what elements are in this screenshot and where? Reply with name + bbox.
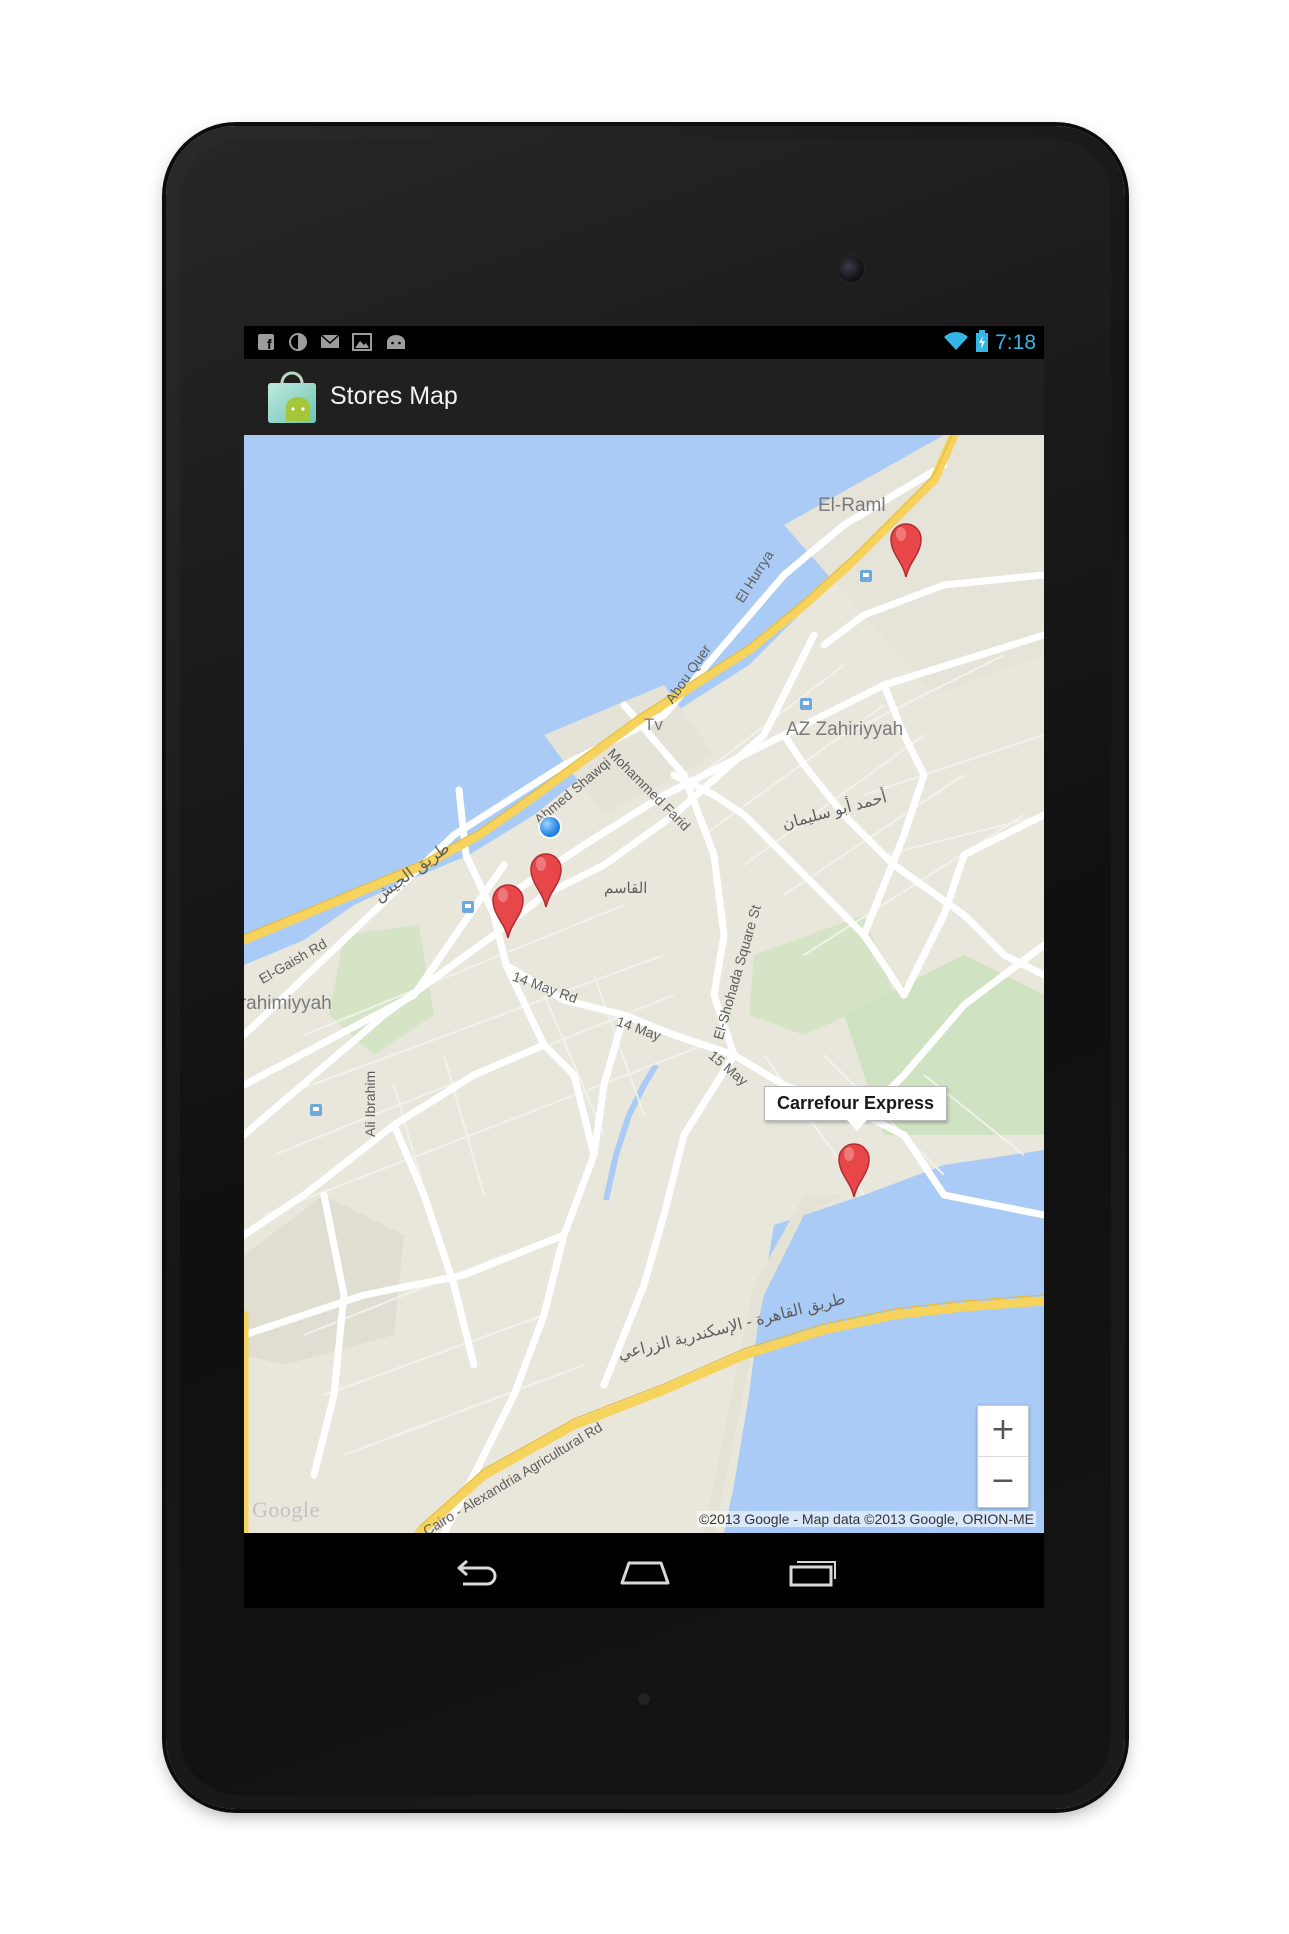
back-icon[interactable] [449,1547,505,1593]
android-icon [384,333,408,351]
bus-stop-icon [310,1104,322,1116]
store-marker[interactable] [491,883,525,939]
map-label-az-zahiriyyah: AZ Zahiriyyah [786,719,904,740]
front-camera [838,256,864,282]
zoom-controls: + − [977,1405,1029,1508]
my-location-dot [540,817,560,837]
map-label-ibrahimiyyah: Ibrahimiyyah [244,993,332,1014]
store-marker-selected[interactable] [837,1142,871,1198]
map-label-el-raml: El-Raml [818,495,886,516]
home-icon[interactable] [617,1547,673,1593]
action-bar: Stores Map [244,359,1044,436]
marker-info-window[interactable]: Carrefour Express [764,1086,948,1131]
page-title: Stores Map [330,382,458,410]
mail-icon [320,333,340,351]
zoom-out-button[interactable]: − [978,1457,1028,1507]
notification-light [638,1693,650,1705]
zoom-in-button[interactable]: + [978,1406,1028,1456]
facebook-icon: f [256,333,276,352]
google-logo: Google [252,1497,320,1522]
gallery-icon [352,333,372,351]
bus-stop-icon [462,901,474,913]
battery-charging-icon [975,329,989,356]
store-marker[interactable] [529,852,563,908]
bus-stop-icon [860,570,872,582]
clock: 7:18 [995,330,1036,354]
map-label-el-kasem: القاسم [604,880,648,897]
screen: f 7:18 Stores Map El-Raml El Hurrya Abou… [244,326,1044,1608]
map-label-tv: Tv [644,715,663,734]
map-tiles [244,435,1044,1533]
navigation-bar [244,1533,1044,1608]
store-marker[interactable] [889,522,923,578]
status-bar: f 7:18 [244,326,1044,359]
svg-text:f: f [267,336,272,351]
shopping-bag-android-icon[interactable] [266,369,318,425]
contrast-icon [288,333,308,351]
recent-apps-icon[interactable] [785,1547,841,1593]
wifi-icon [943,331,969,355]
map-attribution: ©2013 Google - Map data ©2013 Google, OR… [696,1511,1036,1527]
bus-stop-icon [800,698,812,710]
map-label-ali-ibrahim: Ali Ibrahim [362,1070,378,1137]
map-view[interactable]: El-Raml El Hurrya Abou Quer Tv AZ Zahiri… [244,435,1044,1533]
status-bar-right: 7:18 [943,326,1036,359]
